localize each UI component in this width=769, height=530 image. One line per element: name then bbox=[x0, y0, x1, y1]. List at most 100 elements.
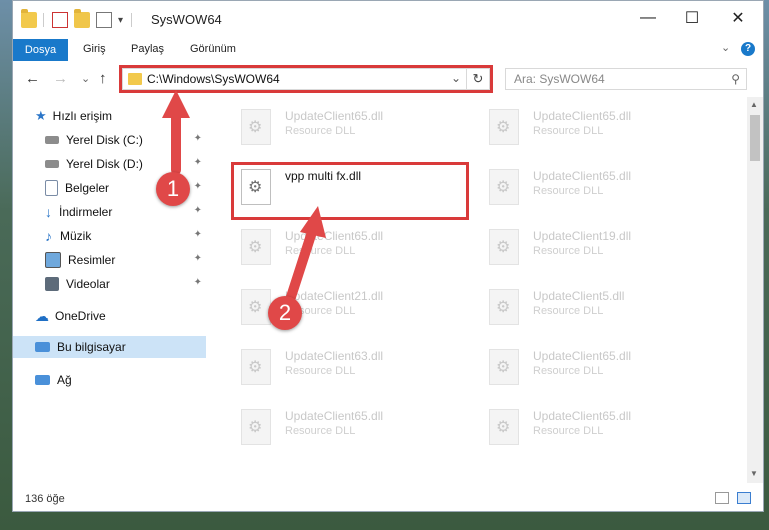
file-name: UpdateClient65.dll bbox=[533, 349, 632, 363]
dll-file-icon: ⚙ bbox=[489, 229, 519, 265]
file-item[interactable]: ⚙ UpdateClient63.dll Resource DLL bbox=[235, 341, 465, 389]
file-type: Resource DLL bbox=[285, 125, 356, 137]
item-count: 136 öğe bbox=[25, 493, 65, 505]
sidebar-item-label: Hızlı erişim bbox=[52, 109, 112, 123]
file-type: Resource DLL bbox=[533, 125, 604, 137]
sidebar-item-music[interactable]: ♪ Müzik ✦ bbox=[13, 225, 206, 247]
sidebar-item-label: İndirmeler bbox=[59, 205, 113, 219]
details-view-icon[interactable] bbox=[715, 492, 729, 504]
file-item[interactable]: ⚙ UpdateClient65.dll Resource DLL bbox=[483, 401, 713, 449]
videos-icon bbox=[45, 277, 59, 291]
recent-locations-button[interactable]: ⌄ bbox=[81, 72, 90, 85]
pin-icon: ✦ bbox=[193, 157, 202, 168]
file-name: UpdateClient65.dll bbox=[285, 109, 384, 123]
file-item[interactable]: ⚙ UpdateClient65.dll Resource DLL bbox=[235, 101, 465, 149]
dll-file-icon: ⚙ bbox=[241, 349, 271, 385]
sidebar-item-network[interactable]: Ağ bbox=[13, 369, 206, 391]
maximize-button[interactable]: ☐ bbox=[669, 1, 715, 35]
cloud-icon: ☁ bbox=[35, 307, 49, 324]
sidebar-item-videos[interactable]: Videolar ✦ bbox=[13, 273, 206, 295]
large-icons-view-icon[interactable] bbox=[737, 492, 751, 504]
file-item[interactable]: ⚙ UpdateClient65.dll Resource DLL bbox=[235, 221, 465, 269]
file-item[interactable]: ⚙ UpdateClient65.dll Resource DLL bbox=[483, 161, 713, 209]
tab-file[interactable]: Dosya bbox=[13, 39, 68, 61]
file-type: Resource DLL bbox=[285, 245, 356, 257]
file-item[interactable]: ⚙ UpdateClient19.dll Resource DLL bbox=[483, 221, 713, 269]
sidebar-item-label: OneDrive bbox=[55, 309, 106, 323]
tab-share[interactable]: Paylaş bbox=[131, 43, 164, 55]
dll-file-icon: ⚙ bbox=[241, 409, 271, 445]
file-list: ⚙ UpdateClient65.dll Resource DLL ⚙ vpp … bbox=[207, 97, 747, 483]
dll-file-icon: ⚙ bbox=[489, 349, 519, 385]
address-path[interactable]: C:\Windows\SysWOW64 bbox=[147, 72, 280, 86]
sidebar-item-label: Belgeler bbox=[65, 181, 110, 195]
pictures-icon bbox=[45, 252, 61, 268]
scroll-up-arrow-icon[interactable]: ▲ bbox=[750, 100, 758, 109]
documents-icon bbox=[45, 180, 58, 196]
customize-toolbar-icon[interactable]: ▾ bbox=[118, 15, 123, 26]
music-icon: ♪ bbox=[45, 228, 52, 244]
drive-icon bbox=[45, 160, 59, 168]
sidebar-item-this-pc[interactable]: Bu bilgisayar bbox=[13, 336, 206, 358]
help-icon[interactable]: ? bbox=[741, 42, 755, 56]
sidebar-item-label: Yerel Disk (D:) bbox=[66, 157, 143, 171]
sidebar-item-pictures[interactable]: Resimler ✦ bbox=[13, 249, 206, 271]
properties-icon[interactable] bbox=[52, 12, 68, 28]
back-button[interactable]: ← bbox=[25, 70, 40, 87]
sidebar-item-onedrive[interactable]: ☁ OneDrive bbox=[13, 305, 206, 327]
file-type: Resource DLL bbox=[533, 425, 604, 437]
search-box[interactable]: Ara: SysWOW64 ⚲ bbox=[505, 68, 747, 90]
file-name: UpdateClient65.dll bbox=[285, 229, 384, 243]
dll-file-icon: ⚙ bbox=[241, 169, 271, 205]
forward-button[interactable]: → bbox=[53, 70, 68, 87]
minimize-button[interactable]: — bbox=[625, 1, 671, 35]
file-name: UpdateClient65.dll bbox=[533, 109, 632, 123]
navigation-pane: ★ Hızlı erişim Yerel Disk (C:) ✦ Yerel D… bbox=[13, 97, 206, 483]
toolbar-divider bbox=[131, 13, 133, 27]
scroll-down-arrow-icon[interactable]: ▼ bbox=[750, 469, 758, 478]
file-name: UpdateClient5.dll bbox=[533, 289, 625, 303]
refresh-button[interactable]: ↻ bbox=[466, 69, 489, 89]
folder-icon bbox=[21, 9, 37, 28]
dll-file-icon: ⚙ bbox=[241, 109, 271, 145]
vertical-scrollbar[interactable]: ▲ ▼ bbox=[747, 97, 763, 483]
step-2-badge: 2 bbox=[268, 296, 302, 330]
rename-icon[interactable] bbox=[96, 12, 112, 28]
search-placeholder: Ara: SysWOW64 bbox=[514, 72, 605, 86]
file-type: Resource DLL bbox=[285, 425, 356, 437]
pin-icon: ✦ bbox=[193, 253, 202, 264]
file-name: UpdateClient63.dll bbox=[285, 349, 384, 363]
scrollbar-thumb[interactable] bbox=[750, 115, 760, 161]
expand-ribbon-icon[interactable]: ⌄ bbox=[721, 41, 730, 54]
sidebar-item-label: Bu bilgisayar bbox=[57, 340, 126, 354]
sidebar-item-local-disk-c[interactable]: Yerel Disk (C:) ✦ bbox=[13, 129, 206, 151]
new-folder-icon[interactable] bbox=[74, 9, 90, 28]
sidebar-item-label: Müzik bbox=[60, 229, 92, 243]
file-item-target[interactable]: ⚙ vpp multi fx.dll bbox=[235, 161, 465, 209]
address-dropdown-icon[interactable]: ⌄ bbox=[451, 71, 461, 85]
up-button[interactable]: ↑ bbox=[99, 70, 107, 87]
tab-home[interactable]: Giriş bbox=[83, 43, 106, 55]
step-1-badge: 1 bbox=[156, 172, 190, 206]
search-icon[interactable]: ⚲ bbox=[731, 72, 740, 86]
sidebar-item-quick-access[interactable]: ★ Hızlı erişim bbox=[13, 105, 206, 127]
computer-icon bbox=[35, 342, 50, 352]
dll-file-icon: ⚙ bbox=[489, 289, 519, 325]
pin-icon: ✦ bbox=[193, 205, 202, 216]
file-type: Resource DLL bbox=[533, 365, 604, 377]
file-name: UpdateClient65.dll bbox=[533, 169, 632, 183]
file-item[interactable]: ⚙ UpdateClient65.dll Resource DLL bbox=[483, 341, 713, 389]
network-icon bbox=[35, 375, 50, 385]
file-item[interactable]: ⚙ UpdateClient65.dll Resource DLL bbox=[235, 401, 465, 449]
status-bar: 136 öğe bbox=[13, 483, 763, 511]
file-name: UpdateClient65.dll bbox=[285, 409, 384, 423]
sidebar-item-label: Resimler bbox=[68, 253, 116, 267]
file-item[interactable]: ⚙ UpdateClient65.dll Resource DLL bbox=[483, 101, 713, 149]
address-bar[interactable]: C:\Windows\SysWOW64 ⌄ ↻ bbox=[122, 68, 490, 90]
file-name: UpdateClient19.dll bbox=[533, 229, 632, 243]
sidebar-item-label: Yerel Disk (C:) bbox=[66, 133, 143, 147]
tab-view[interactable]: Görünüm bbox=[190, 43, 236, 55]
close-button[interactable]: ✕ bbox=[715, 1, 761, 35]
file-item[interactable]: ⚙ UpdateClient5.dll Resource DLL bbox=[483, 281, 713, 329]
file-type: Resource DLL bbox=[533, 185, 604, 197]
